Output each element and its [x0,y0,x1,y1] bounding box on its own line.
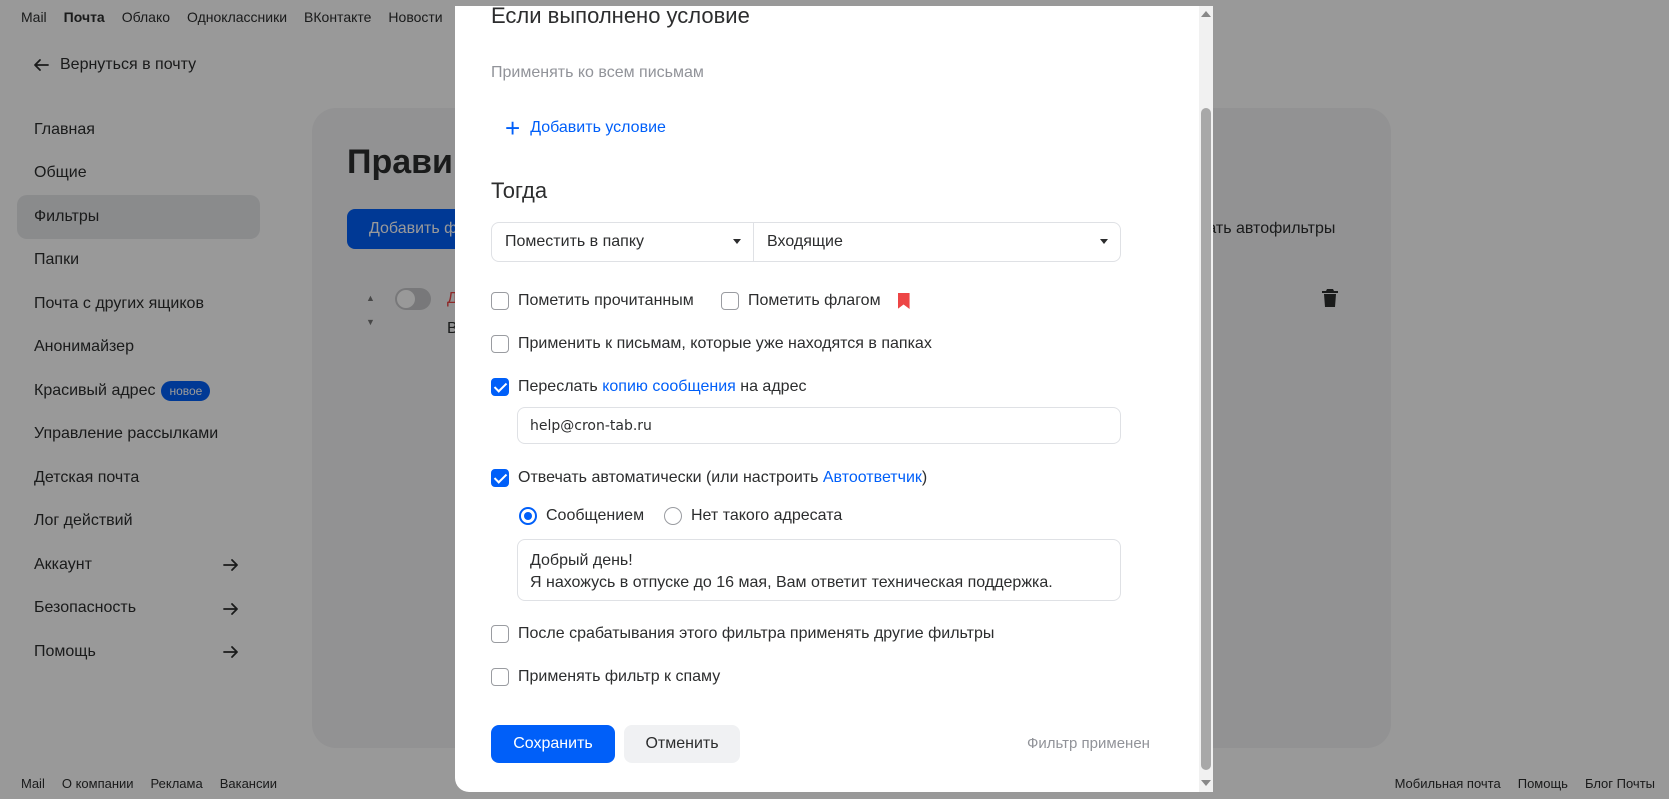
folder-select[interactable]: Входящие [754,223,1120,261]
mark-flag-option: Пометить флагом [721,292,910,310]
autoreply-textarea[interactable]: Добрый день! Я нахожусь в отпуске до 16 … [517,539,1121,601]
autoreply-checkbox[interactable] [491,469,509,487]
no-address-label: Нет такого адресата [691,507,843,524]
mark-read-checkbox[interactable] [491,292,509,310]
message-copy-link[interactable]: копию сообщения [602,378,736,395]
scroll-up-arrow-icon[interactable] [1201,11,1211,17]
mark-flag-label: Пометить флагом [748,292,881,309]
reply-text-line-2: Я нахожусь в отпуске до 16 мая, Вам отве… [530,574,1053,591]
reply-message-radio[interactable] [519,507,537,525]
scroll-down-arrow-icon[interactable] [1201,780,1211,786]
filter-edit-modal: Если выполнено условие Применять ко всем… [455,6,1213,792]
save-button[interactable]: Сохранить [491,725,615,763]
action-select[interactable]: Поместить в папку [492,223,754,261]
add-condition-button[interactable]: + Добавить условие [505,113,666,143]
forward-email-input[interactable]: help@cron-tab.ru [517,407,1121,444]
no-address-radio[interactable] [664,507,682,525]
caret-down-icon [733,239,741,244]
autoresponder-link[interactable]: Автоответчик [823,469,922,486]
apply-existing-option: Применить к письмам, которые уже находят… [491,335,932,353]
apply-spam-checkbox[interactable] [491,668,509,686]
then-heading: Тогда [491,178,548,203]
caret-down-icon [1100,239,1108,244]
after-filter-option: После срабатывания этого фильтра применя… [491,625,994,643]
mark-flag-checkbox[interactable] [721,292,739,310]
condition-heading: Если выполнено условие [491,6,750,28]
reply-by-message-option: Сообщением [519,507,644,525]
action-select-group: Поместить в папку Входящие [491,222,1121,262]
after-filter-label: После срабатывания этого фильтра применя… [518,625,995,642]
apply-spam-option: Применять фильтр к спаму [491,668,720,686]
autoreply-prefix: Отвечать автоматически (или настроить [518,469,819,486]
folder-select-value: Входящие [767,233,843,250]
scroll-thumb[interactable] [1201,108,1211,770]
no-such-address-option: Нет такого адресата [664,507,842,525]
apply-spam-label: Применять фильтр к спаму [518,668,721,685]
apply-all-text: Применять ко всем письмам [491,64,704,81]
plus-icon: + [505,113,521,143]
after-filter-checkbox[interactable] [491,625,509,643]
mark-read-label: Пометить прочитанным [518,292,694,309]
flag-icon [897,293,910,309]
forward-label: Переслать копию сообщения на адрес [518,378,806,396]
modal-scrollbar[interactable] [1199,6,1213,792]
action-select-value: Поместить в папку [505,233,645,250]
forward-checkbox[interactable] [491,378,509,396]
apply-existing-label: Применить к письмам, которые уже находят… [518,335,932,352]
forward-suffix: на адрес [740,378,807,395]
add-condition-label: Добавить условие [530,119,666,136]
autoreply-label: Отвечать автоматически (или настроить Ав… [518,469,927,487]
autoreply-suffix: ) [921,469,928,486]
reply-text-line-1: Добрый день! [530,552,633,569]
autoreply-option: Отвечать автоматически (или настроить Ав… [491,469,927,487]
forward-option: Переслать копию сообщения на адрес [491,378,806,396]
cancel-button[interactable]: Отменить [624,725,740,763]
apply-existing-checkbox[interactable] [491,335,509,353]
forward-prefix: Переслать [518,378,598,395]
reply-message-label: Сообщением [546,507,645,524]
filter-status-text: Фильтр применен [1027,735,1150,752]
page-root: Mail Почта Облако Одноклассники ВКонтакт… [0,0,1669,799]
mark-read-option: Пометить прочитанным [491,292,694,310]
